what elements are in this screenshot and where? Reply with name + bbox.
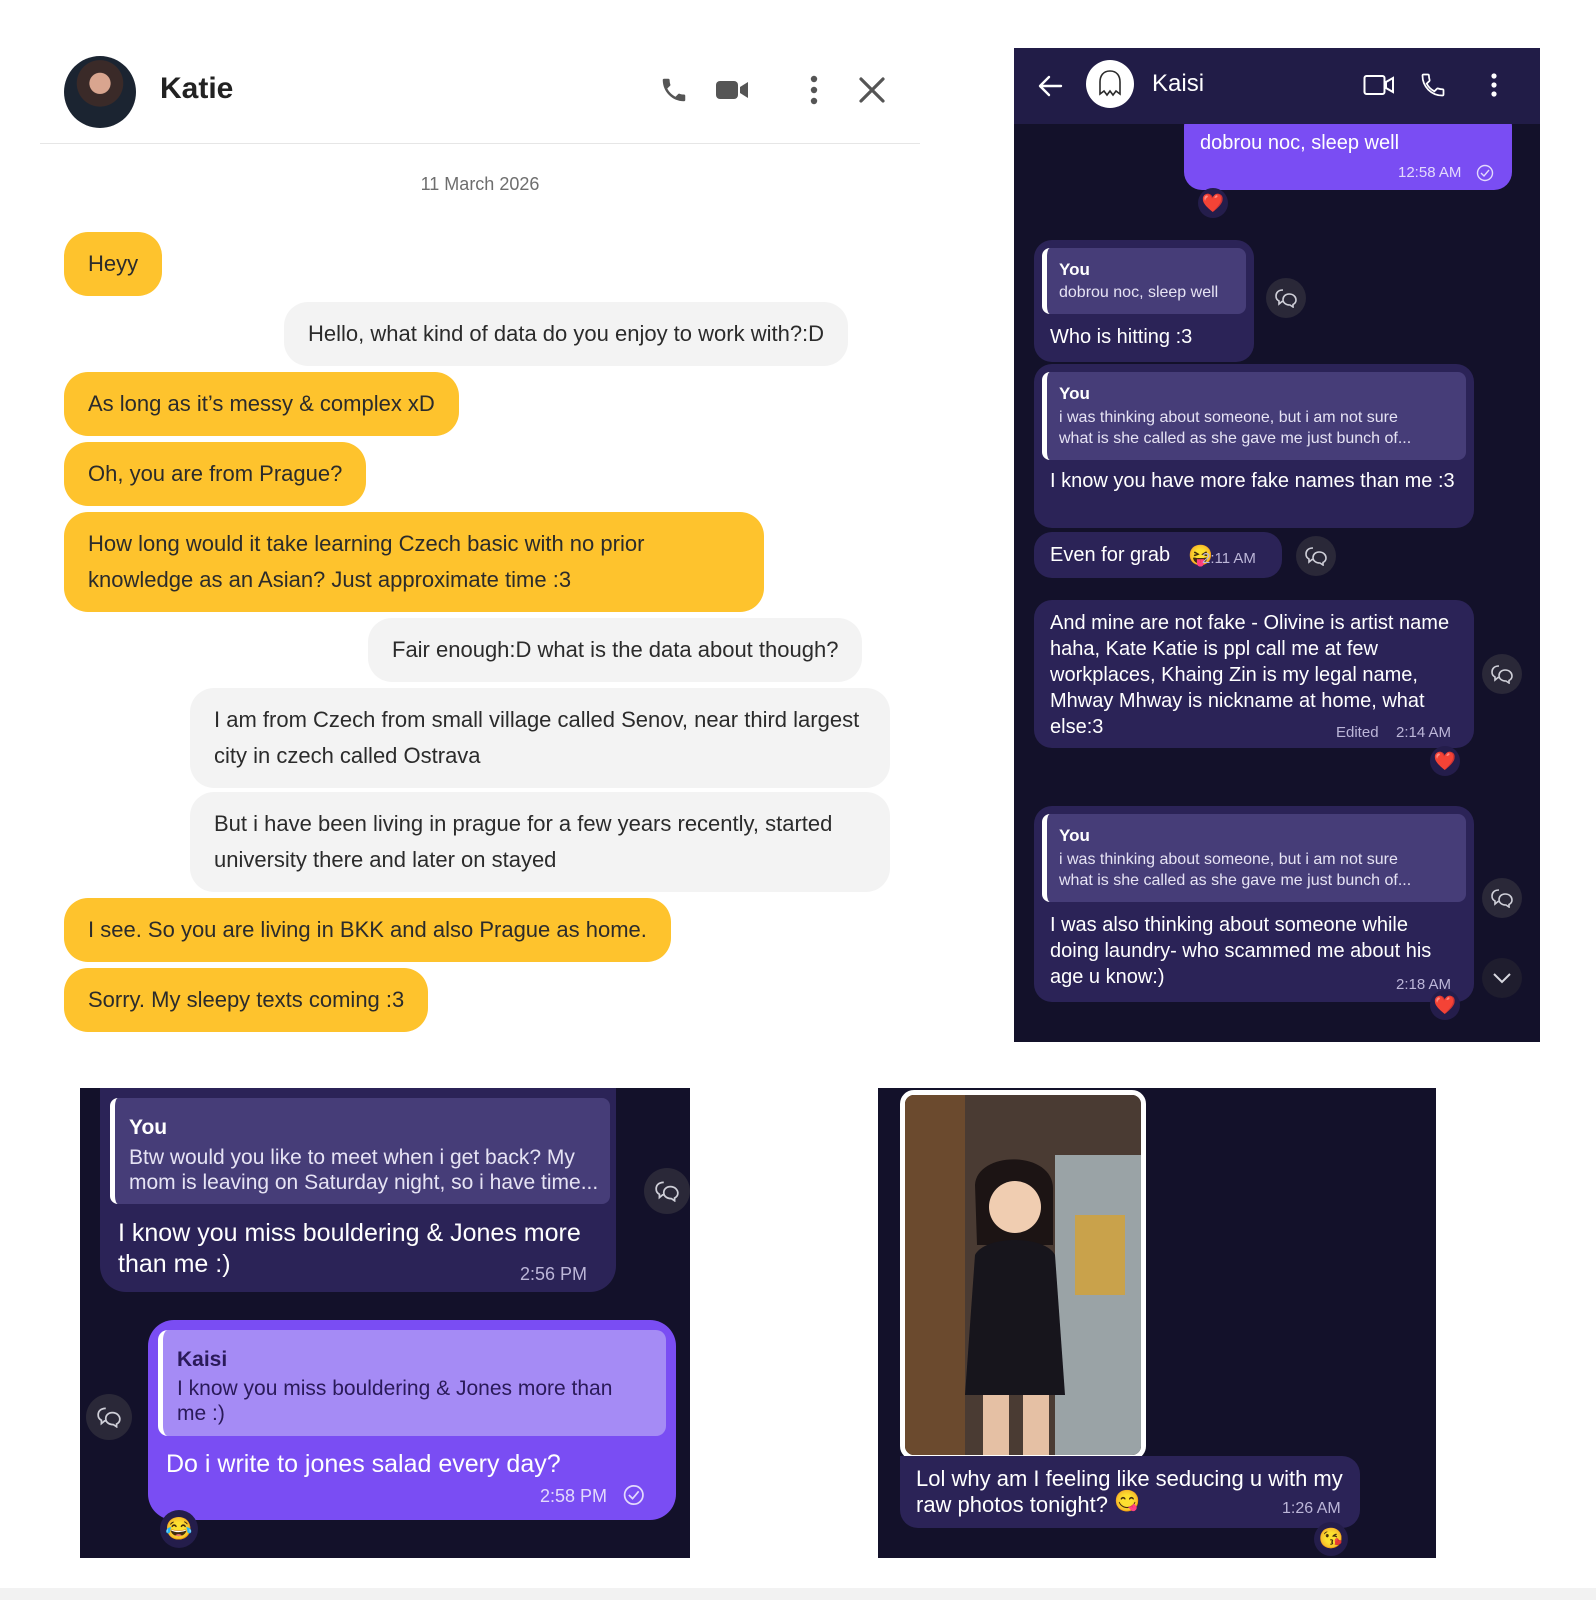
read-receipt-icon	[1476, 164, 1496, 182]
read-receipt-icon	[622, 1484, 648, 1506]
video-call-icon[interactable]	[1360, 68, 1398, 102]
forward-icon[interactable]	[1296, 536, 1336, 576]
reaction-badge[interactable]: 😂	[160, 1510, 198, 1548]
contact-name: Katie	[160, 72, 234, 105]
message-bubble-incoming[interactable]: Lol why am I feeling like seducing u wit…	[900, 1456, 1360, 1528]
yum-emoji-icon: 😋	[1114, 1490, 1141, 1513]
date-separator: 11 March 2026	[420, 174, 540, 194]
message-bubble-incoming[interactable]: You dobrou noc, sleep well Who is hittin…	[1034, 240, 1254, 362]
message-bubble[interactable]: Hello, what kind of data do you enjoy to…	[284, 302, 849, 366]
contact-name: Kaisi	[1152, 70, 1205, 97]
message-bubble-incoming[interactable]: You i was thinking about someone, but i …	[1034, 806, 1474, 1002]
message-bubble[interactable]: Sorry. My sleepy texts coming :3	[64, 968, 429, 1032]
video-call-icon[interactable]	[712, 70, 752, 110]
more-options-icon[interactable]	[1484, 68, 1504, 102]
quoted-reply-panel: You Btw would you like to meet when i ge…	[80, 1088, 690, 1558]
forward-icon[interactable]	[1482, 654, 1522, 694]
message-bubble-incoming[interactable]: You Btw would you like to meet when i ge…	[100, 1088, 616, 1292]
message-bubble-incoming[interactable]: You i was thinking about someone, but i …	[1034, 364, 1474, 528]
message-bubble-incoming[interactable]: Even for grab 😝 2:11 AM	[1034, 532, 1282, 578]
chat-header: Katie	[40, 40, 920, 144]
forward-icon[interactable]	[1266, 278, 1306, 318]
quoted-message[interactable]: You i was thinking about someone, but i …	[1042, 814, 1466, 902]
avatar[interactable]	[1086, 60, 1134, 108]
forward-icon[interactable]	[86, 1394, 132, 1440]
katie-chat-panel: Katie 11 March 2026 Heyy Hello, what kin…	[40, 40, 920, 1032]
forward-icon[interactable]	[644, 1168, 690, 1214]
message-bubble[interactable]: As long as it’s messy & complex xD	[64, 372, 459, 436]
message-bubble-outgoing[interactable]: Kaisi I know you miss bouldering & Jones…	[148, 1320, 676, 1520]
quoted-message[interactable]: Kaisi I know you miss bouldering & Jones…	[158, 1330, 666, 1436]
message-bubble[interactable]: Fair enough:D what is the data about tho…	[368, 618, 863, 682]
phone-icon[interactable]	[1416, 68, 1450, 102]
more-options-icon[interactable]	[794, 70, 834, 110]
forward-icon[interactable]	[1482, 878, 1522, 918]
message-bubble-incoming[interactable]: And mine are not fake - Olivine is artis…	[1034, 600, 1474, 748]
quoted-message[interactable]: You Btw would you like to meet when i ge…	[110, 1098, 610, 1204]
back-arrow-icon[interactable]	[1034, 70, 1066, 102]
phone-icon[interactable]	[654, 70, 694, 110]
reaction-badge[interactable]: 😘	[1314, 1522, 1348, 1556]
message-bubble[interactable]: Oh, you are from Prague?	[64, 442, 367, 506]
close-icon[interactable]	[852, 70, 892, 110]
scroll-down-button[interactable]	[1482, 958, 1522, 998]
reaction-badge[interactable]: ❤️	[1430, 746, 1460, 776]
avatar[interactable]	[64, 56, 136, 128]
chat-header: Kaisi	[1014, 48, 1540, 124]
quoted-message[interactable]: You i was thinking about someone, but i …	[1042, 372, 1466, 460]
page-bottom-bar	[0, 1588, 1596, 1600]
reaction-badge[interactable]: ❤️	[1430, 990, 1460, 1020]
message-bubble[interactable]: Heyy	[64, 232, 163, 296]
message-bubble[interactable]: I am from Czech from small village calle…	[190, 688, 890, 788]
photo-message-panel: Lol why am I feeling like seducing u wit…	[878, 1088, 1436, 1558]
quoted-message[interactable]: You dobrou noc, sleep well	[1042, 248, 1246, 314]
photo-image	[905, 1095, 1141, 1455]
message-bubble[interactable]: But i have been living in prague for a f…	[190, 792, 890, 892]
kaisi-chat-panel: dobrou noc, sleep well 12:58 AM ❤️ You d…	[1014, 48, 1540, 1042]
message-bubble[interactable]: I see. So you are living in BKK and also…	[64, 898, 671, 962]
photo-attachment[interactable]	[900, 1090, 1146, 1460]
reaction-badge[interactable]: ❤️	[1198, 188, 1228, 218]
message-bubble[interactable]: How long would it take learning Czech ba…	[64, 512, 764, 612]
